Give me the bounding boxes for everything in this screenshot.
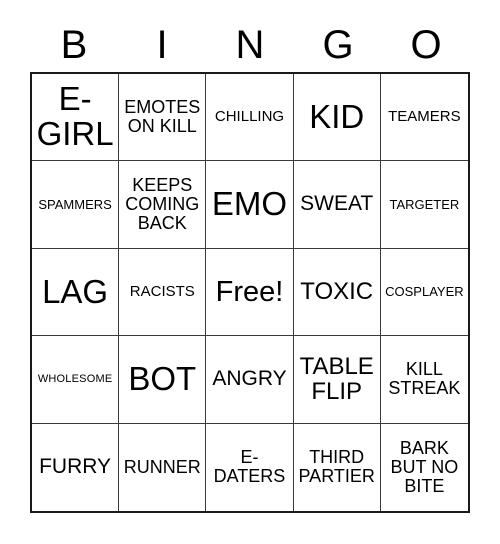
bingo-cell-label: TABLE FLIP: [299, 352, 374, 406]
bingo-cell-label: TARGETER: [389, 196, 460, 212]
bingo-card: B I N G O E- GIRL EMOTES ON KILL CHILLING KID TE…: [0, 0, 500, 544]
bingo-cell-label: COSPLAYER: [385, 284, 464, 300]
bingo-cell-label: SWEAT: [300, 192, 374, 216]
bingo-cell[interactable]: EMOTES ON KILL: [119, 74, 207, 162]
bingo-cell[interactable]: THIRD PARTIER: [293, 423, 381, 511]
bingo-cell[interactable]: SWEAT: [293, 161, 381, 249]
bingo-cell[interactable]: E- DATERS: [206, 423, 294, 511]
bingo-cell[interactable]: FURRY: [32, 423, 120, 511]
bingo-cell-label: RACISTS: [129, 283, 195, 301]
bingo-cell[interactable]: ANGRY: [206, 336, 294, 424]
bingo-cell[interactable]: KEEPS COMING BACK: [119, 161, 207, 249]
bingo-cell-label: E- DATERS: [213, 447, 286, 487]
bingo-cell[interactable]: COSPLAYER: [380, 248, 468, 337]
bingo-header-letter-g: G: [322, 23, 354, 67]
bingo-cell-label: ANGRY: [212, 367, 287, 391]
bingo-cell-label: E- GIRL: [36, 80, 114, 153]
bingo-cell[interactable]: KILL STREAK: [380, 336, 468, 424]
bingo-cell-label: KEEPS COMING BACK: [125, 174, 200, 234]
bingo-cell-label: LAG: [42, 272, 109, 310]
bingo-cell[interactable]: WHOLESOME: [32, 336, 120, 424]
bingo-cell[interactable]: E- GIRL: [32, 74, 120, 162]
bingo-cell[interactable]: TEAMERS: [380, 74, 468, 162]
bingo-cell-label: EMO: [211, 185, 288, 223]
bingo-header-letter-b: B: [60, 23, 88, 67]
bingo-cell[interactable]: TABLE FLIP: [293, 336, 381, 424]
bingo-cell-label: THIRD PARTIER: [298, 447, 375, 487]
bingo-cell-label: Free!: [215, 275, 284, 308]
bingo-header: BINGO: [30, 18, 470, 72]
bingo-cell[interactable]: BOT: [119, 336, 207, 424]
bingo-cell-label: KID: [309, 97, 365, 135]
bingo-cell[interactable]: CHILLING: [206, 74, 294, 162]
bingo-cell[interactable]: RACISTS: [119, 248, 207, 337]
bingo-cell-label: SPAMMERS: [38, 196, 112, 212]
bingo-header-letter-i: I: [156, 23, 168, 67]
bingo-header-letter-n: N: [235, 23, 265, 67]
bingo-cell[interactable]: LAG: [32, 248, 120, 337]
bingo-cell-label: BOT: [128, 359, 197, 397]
bingo-cell[interactable]: RUNNER: [119, 423, 207, 511]
bingo-cell[interactable]: KID: [293, 74, 381, 162]
bingo-cell[interactable]: TARGETER: [380, 161, 468, 249]
bingo-header-letter-o: O: [410, 23, 442, 67]
bingo-cell[interactable]: BARK BUT NO BITE: [380, 423, 468, 511]
bingo-cell[interactable]: TOXIC: [293, 248, 381, 337]
bingo-grid: E- GIRL EMOTES ON KILL CHILLING KID TEAMERS S…: [30, 72, 470, 513]
bingo-cell-label: BARK BUT NO BITE: [390, 437, 459, 496]
bingo-cell[interactable]: EMO: [206, 161, 294, 249]
bingo-cell-label: WHOLESOME: [37, 372, 113, 385]
bingo-cell-label: TOXIC: [300, 278, 374, 306]
bingo-cell[interactable]: SPAMMERS: [32, 161, 120, 249]
bingo-cell-label: CHILLING: [214, 108, 285, 126]
bingo-cell-label: FURRY: [39, 455, 112, 479]
bingo-cell-label: EMOTES ON KILL: [124, 97, 201, 137]
bingo-cell-label: KILL STREAK: [388, 359, 461, 399]
bingo-free-space[interactable]: Free!: [206, 248, 294, 337]
bingo-cell-label: RUNNER: [123, 456, 201, 477]
bingo-cell-label: TEAMERS: [388, 108, 461, 126]
